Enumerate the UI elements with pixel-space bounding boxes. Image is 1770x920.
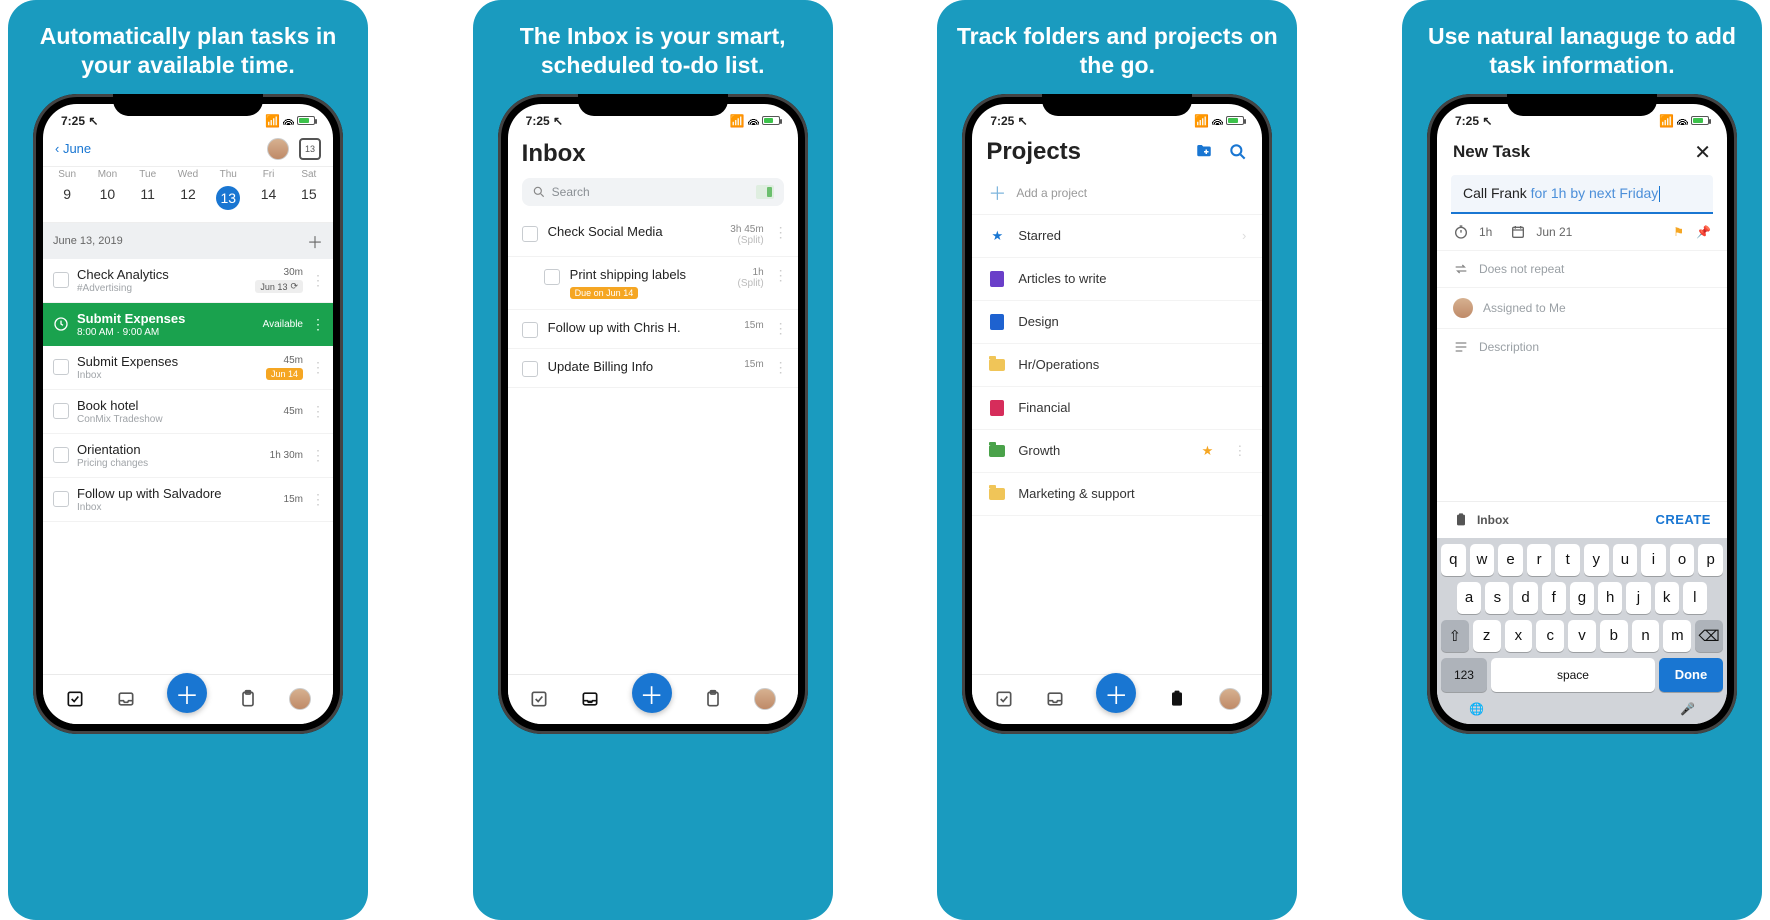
keyboard[interactable]: qwertyuiop asdfghjkl ⇧ zxcvbnm ⌫ 123 spa… xyxy=(1437,538,1727,724)
project-row[interactable]: Articles to write xyxy=(972,258,1262,301)
add-task-icon[interactable]: ＋ xyxy=(307,229,323,253)
add-fab-icon[interactable]: ＋ xyxy=(1096,673,1136,713)
assignee-row[interactable]: Assigned to Me xyxy=(1437,288,1727,329)
add-fab-icon[interactable]: ＋ xyxy=(167,673,207,713)
task-row[interactable]: Follow up with SalvadoreInbox 15m ⋮ xyxy=(43,478,333,522)
doc-icon xyxy=(990,271,1004,287)
avatar xyxy=(1453,298,1473,318)
project-row[interactable]: Marketing & support xyxy=(972,473,1262,516)
timer-icon xyxy=(1453,224,1469,240)
phone-mock: 7:25 ↖ 📶 ‹ June 13 SunMonTueWedThuFriSat… xyxy=(33,94,343,734)
avatar[interactable] xyxy=(1219,688,1241,710)
panel-caption: The Inbox is your smart, scheduled to-do… xyxy=(473,0,833,94)
clipboard-tab-icon[interactable] xyxy=(238,689,258,709)
panel-inbox: The Inbox is your smart, scheduled to-do… xyxy=(473,0,833,920)
inbox-tab-icon[interactable] xyxy=(994,689,1014,709)
time-date-row[interactable]: 1h Jun 21 ⚑ 📌 xyxy=(1437,214,1727,251)
filter-icon[interactable] xyxy=(756,185,774,199)
folder-icon xyxy=(989,488,1005,500)
add-folder-icon[interactable] xyxy=(1194,142,1214,162)
inbox-tab-icon[interactable] xyxy=(65,689,85,709)
avatar[interactable] xyxy=(289,688,311,710)
inbox-row[interactable]: Follow up with Chris H. 15m ⋮ xyxy=(508,310,798,349)
task-row[interactable]: Book hotelConMix Tradeshow 45m ⋮ xyxy=(43,390,333,434)
panel-caption: Automatically plan tasks in your availab… xyxy=(8,0,368,94)
checkbox[interactable] xyxy=(53,272,69,288)
back-button[interactable]: ‹ June xyxy=(55,141,91,156)
chevron-right-icon: › xyxy=(1242,228,1246,243)
avatar[interactable] xyxy=(754,688,776,710)
star-icon: ★ xyxy=(1202,443,1214,459)
project-row[interactable]: Design xyxy=(972,301,1262,344)
clock-icon xyxy=(53,316,69,332)
panel-projects: Track folders and projects on the go. 7:… xyxy=(937,0,1297,920)
star-icon: ★ xyxy=(988,227,1006,245)
inbox-row[interactable]: Update Billing Info 15m ⋮ xyxy=(508,349,798,388)
task-row[interactable]: Submit ExpensesInbox 45mJun 14 ⋮ xyxy=(43,346,333,390)
mic-icon[interactable]: 🎤 xyxy=(1680,702,1695,716)
task-row[interactable]: OrientationPricing changes 1h 30m ⋮ xyxy=(43,434,333,478)
clipboard-tab-icon[interactable] xyxy=(1167,689,1187,709)
task-row-highlight[interactable]: Submit Expenses8:00 AM · 9:00 AM Availab… xyxy=(43,303,333,346)
task-row[interactable]: Check Analytics#Advertising 30mJun 13 ⟳ … xyxy=(43,259,333,303)
repeat-icon xyxy=(1453,261,1469,277)
done-key[interactable]: Done xyxy=(1659,658,1723,692)
panel-new-task: Use natural lanaguge to add task informa… xyxy=(1402,0,1762,920)
bottom-tabbar[interactable]: ＋ xyxy=(43,674,333,724)
plus-icon: ＋ xyxy=(988,180,1006,206)
clipboard-icon xyxy=(1453,512,1469,528)
inbox-tab-icon[interactable] xyxy=(529,689,549,709)
space-key[interactable]: space xyxy=(1491,658,1655,692)
tray-tab-icon[interactable] xyxy=(116,689,136,709)
page-title: Inbox xyxy=(508,134,798,178)
page-title: Projects xyxy=(986,138,1081,166)
search-icon xyxy=(532,185,546,199)
panel-caption: Use natural lanaguge to add task informa… xyxy=(1402,0,1762,94)
close-icon[interactable]: ✕ xyxy=(1694,140,1711,165)
date-row[interactable]: 9 10 11 12 13 14 15 xyxy=(43,180,333,223)
create-button[interactable]: CREATE xyxy=(1655,512,1710,527)
search-icon[interactable] xyxy=(1228,142,1248,162)
clipboard-tab-icon[interactable] xyxy=(703,689,723,709)
project-row[interactable]: Growth ★ ⋮ xyxy=(972,430,1262,473)
destination-selector[interactable]: Inbox xyxy=(1453,512,1509,528)
backspace-key[interactable]: ⌫ xyxy=(1695,620,1723,652)
project-row[interactable]: Hr/Operations xyxy=(972,344,1262,387)
section-header: June 13, 2019 ＋ xyxy=(43,223,333,259)
folder-icon xyxy=(989,445,1005,457)
repeat-row[interactable]: Does not repeat xyxy=(1437,251,1727,288)
project-row-starred[interactable]: ★ Starred › xyxy=(972,215,1262,258)
add-project-row[interactable]: ＋ Add a project xyxy=(972,172,1262,215)
inbox-row[interactable]: Check Social Media 3h 45m(Split) ⋮ xyxy=(508,214,798,257)
task-title-input[interactable]: Call Frank for 1h by next Friday xyxy=(1451,175,1713,214)
weekday-row: SunMonTueWedThuFriSat xyxy=(43,167,333,180)
avatar[interactable] xyxy=(267,138,289,160)
panel-calendar: Automatically plan tasks in your availab… xyxy=(8,0,368,920)
numeric-key[interactable]: 123 xyxy=(1441,658,1487,692)
calendar-icon xyxy=(1510,224,1526,240)
inbox-row[interactable]: Print shipping labelsDue on Jun 14 1h(Sp… xyxy=(508,257,798,310)
doc-icon xyxy=(990,400,1004,416)
calendar-icon[interactable]: 13 xyxy=(299,138,321,160)
flag-icon[interactable]: ⚑ xyxy=(1673,225,1684,239)
folder-icon xyxy=(989,359,1005,371)
project-row[interactable]: Financial xyxy=(972,387,1262,430)
selected-date[interactable]: 13 xyxy=(208,182,248,214)
globe-icon[interactable]: 🌐 xyxy=(1469,702,1484,716)
key[interactable]: q xyxy=(1441,544,1466,576)
panel-caption: Track folders and projects on the go. xyxy=(937,0,1297,94)
page-title: New Task xyxy=(1453,142,1530,162)
doc-icon xyxy=(990,314,1004,330)
shift-key[interactable]: ⇧ xyxy=(1441,620,1469,652)
tray-tab-icon[interactable] xyxy=(1045,689,1065,709)
description-icon xyxy=(1453,339,1469,355)
add-fab-icon[interactable]: ＋ xyxy=(632,673,672,713)
pin-icon[interactable]: 📌 xyxy=(1696,225,1711,239)
tray-tab-icon[interactable] xyxy=(580,689,600,709)
description-row[interactable]: Description xyxy=(1437,329,1727,365)
search-input[interactable]: Search xyxy=(522,178,784,206)
